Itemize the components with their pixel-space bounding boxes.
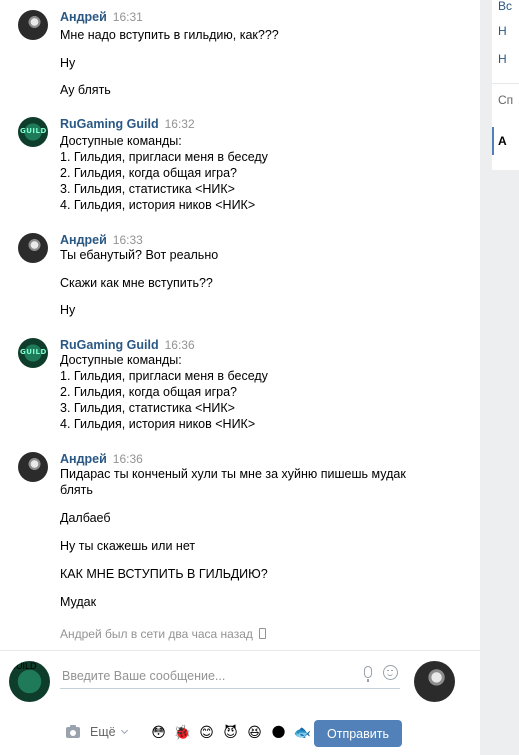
- sidebar-item-1[interactable]: Вс: [498, 0, 512, 13]
- message-text: 1. Гильдия, пригласи меня в беседу: [60, 150, 268, 164]
- message-text: Мне надо вступить в гильдию, как???: [60, 28, 279, 42]
- message-time[interactable]: 16:33: [113, 233, 143, 247]
- message-text: 2. Гильдия, когда общая игра?: [60, 385, 238, 399]
- message-text: Ау блять: [60, 83, 111, 97]
- guild-logo-icon: GUILD: [9, 661, 37, 671]
- message-text: Мудак: [60, 595, 97, 609]
- guild-logo-icon: GUILD: [20, 127, 47, 135]
- online-status-text: Андрей был в сети два часа назад: [60, 627, 253, 641]
- message-text: 2. Гильдия, когда общая игра?: [60, 166, 238, 180]
- sidebar-item-active[interactable]: А: [498, 134, 507, 148]
- avatar[interactable]: [18, 233, 48, 263]
- send-button[interactable]: Отправить: [314, 720, 402, 747]
- message-text: 1. Гильдия, пригласи меня в беседу: [60, 369, 268, 383]
- message-text: Скажи как мне вступить??: [60, 276, 213, 290]
- sidebar-divider: [492, 83, 519, 84]
- more-attachments-button[interactable]: Ещё: [90, 725, 128, 739]
- message-text: Доступные команды:: [60, 134, 182, 148]
- avatar[interactable]: [18, 10, 48, 40]
- emoji-flushed[interactable]: 😳: [149, 724, 168, 742]
- chat-panel: Андрей 16:31 Мне надо вступить в гильдию,…: [0, 0, 480, 755]
- online-status: Андрей был в сети два часа назад: [60, 627, 266, 641]
- microphone-icon[interactable]: [364, 666, 372, 682]
- sidebar-menu: Вс Н Н Сп А: [492, 0, 519, 170]
- camera-icon[interactable]: [66, 725, 80, 738]
- sidebar-item-4[interactable]: Сп: [498, 93, 513, 107]
- sidebar-item-2[interactable]: Н: [498, 24, 507, 38]
- message-text: КАК МНЕ ВСТУПИТЬ В ГИЛЬДИЮ?: [60, 567, 268, 581]
- message-text: блять: [60, 483, 93, 497]
- chevron-down-icon: [120, 726, 128, 735]
- message-text: Ну ты скажешь или нет: [60, 539, 196, 553]
- message-header: Андрей 16:33: [60, 233, 143, 248]
- right-sidebar: Вс Н Н Сп А: [480, 0, 519, 755]
- message-text: Ну: [60, 303, 76, 317]
- message-time[interactable]: 16:31: [113, 10, 143, 24]
- mobile-icon: [258, 628, 266, 639]
- message-text: 3. Гильдия, статистика <НИК>: [60, 401, 235, 415]
- message-header: Андрей 16:31: [60, 10, 143, 25]
- author-name[interactable]: Андрей: [60, 233, 107, 247]
- emoji-smile[interactable]: 😊: [197, 724, 216, 742]
- message-header: Андрей 16:36: [60, 452, 143, 467]
- avatar[interactable]: GUILD: [18, 338, 48, 368]
- more-label: Ещё: [90, 725, 116, 739]
- emoji-picker-icon[interactable]: [383, 665, 398, 680]
- avatar[interactable]: [18, 452, 48, 482]
- composer-divider: [0, 650, 480, 651]
- message-text: 3. Гильдия, статистика <НИК>: [60, 182, 235, 196]
- message-text: Доступные команды:: [60, 353, 182, 367]
- message-header: RuGaming Guild 16:32: [60, 117, 195, 132]
- message-time[interactable]: 16:32: [165, 117, 195, 131]
- sidebar-item-3[interactable]: Н: [498, 52, 507, 66]
- author-name[interactable]: RuGaming Guild: [60, 338, 159, 352]
- message-header: RuGaming Guild 16:36: [60, 338, 195, 353]
- my-avatar[interactable]: GUILD: [9, 661, 50, 702]
- message-time[interactable]: 16:36: [113, 452, 143, 466]
- message-text: 4. Гильдия, история ников <НИК>: [60, 198, 256, 212]
- emoji-ladybug[interactable]: 🐞: [173, 724, 192, 742]
- sidebar-active-indicator: [492, 127, 494, 155]
- emoji-fish[interactable]: 🐟: [293, 724, 312, 742]
- message-text: 4. Гильдия, история ников <НИК>: [60, 417, 256, 431]
- avatar[interactable]: GUILD: [18, 117, 48, 147]
- message-time[interactable]: 16:36: [165, 338, 195, 352]
- recipient-avatar[interactable]: [414, 661, 455, 702]
- message-text: Ты ебанутый? Вот реально: [60, 248, 219, 262]
- message-text: Далбаеб: [60, 511, 111, 525]
- guild-logo-icon: GUILD: [20, 348, 47, 356]
- author-name[interactable]: RuGaming Guild: [60, 117, 159, 131]
- author-name[interactable]: Андрей: [60, 10, 107, 24]
- author-name[interactable]: Андрей: [60, 452, 107, 466]
- message-text: Пидарас ты конченый хули ты мне за хуйню…: [60, 467, 406, 481]
- emoji-moon[interactable]: 🌑: [269, 724, 288, 742]
- message-text: Ну: [60, 56, 76, 70]
- emoji-devil[interactable]: 😈: [221, 724, 240, 742]
- emoji-laugh[interactable]: 😆: [245, 724, 264, 742]
- message-input[interactable]: [60, 663, 400, 689]
- quick-emoji-bar: 😳 🐞 😊 😈 😆 🌑 🐟: [149, 724, 317, 742]
